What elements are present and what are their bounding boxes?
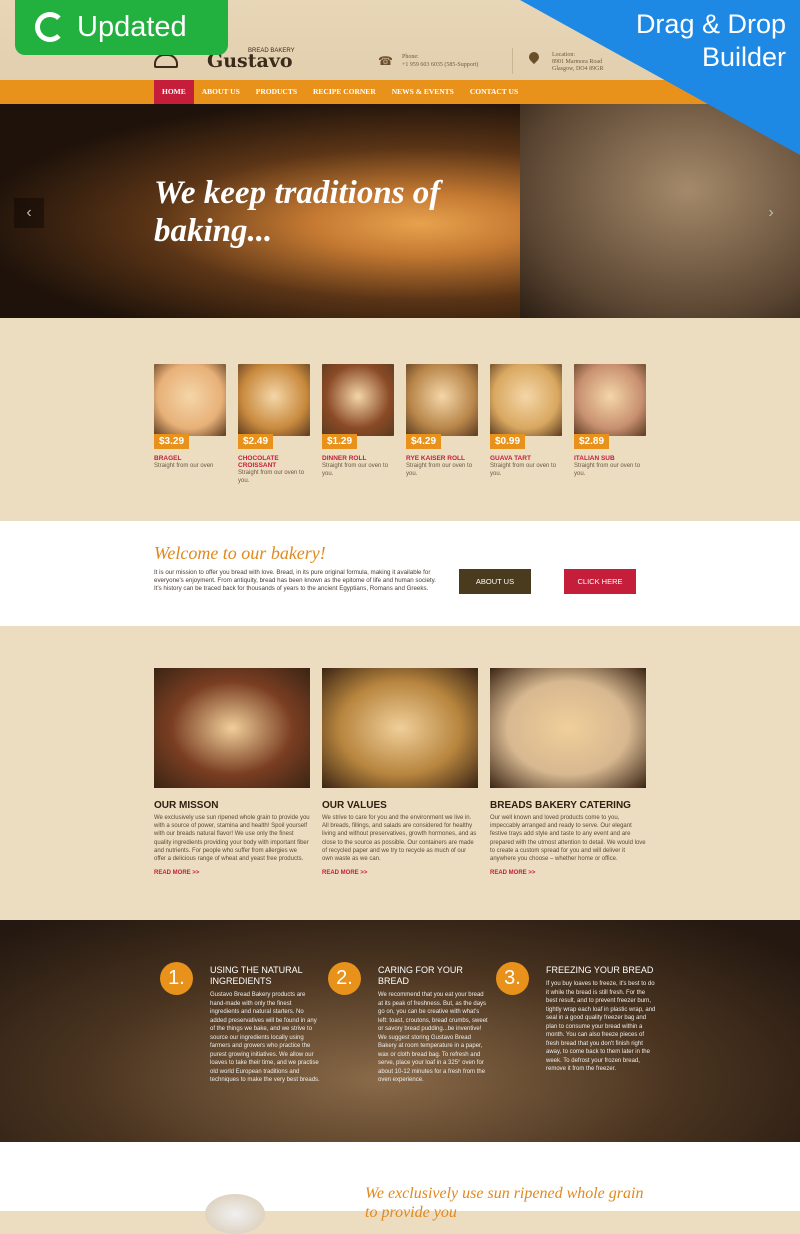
product-desc: Straight from our oven to you. (574, 463, 641, 477)
tip-item: 2. CARING FOR YOUR BREAD We recommend th… (328, 962, 488, 1085)
read-more-link[interactable]: READ MORE >> (154, 870, 310, 876)
tip-title: CARING FOR YOUR BREAD (378, 965, 463, 986)
product-image[interactable] (574, 364, 646, 436)
location-line: 8901 Marmora Road (552, 59, 602, 65)
welcome-text: It is our mission to offer you bread wit… (154, 569, 436, 592)
product-name[interactable]: GUAVA TART (490, 455, 562, 462)
price-badge: $4.29 (406, 434, 442, 449)
product-name[interactable]: CHOCOLATE CROISSANT (238, 455, 310, 469)
next-slide-button[interactable]: › (756, 198, 786, 228)
product-desc: Straight from our oven to you. (490, 463, 557, 477)
product-name[interactable]: RYE KAISER ROLL (406, 455, 478, 462)
product-name[interactable]: BRAGEL (154, 455, 226, 462)
product-card[interactable]: $2.49 CHOCOLATE CROISSANT Straight from … (238, 364, 310, 485)
hero-slider: We keep traditions of baking... ‹ › (0, 104, 800, 318)
price-badge: $0.99 (490, 434, 526, 449)
bread-logo-icon (154, 54, 178, 68)
product-name[interactable]: ITALIAN SUB (574, 455, 646, 462)
feature-text: We exclusively use sun ripened whole gra… (154, 815, 310, 863)
feature-title: OUR VALUES (322, 800, 387, 811)
pastry-image (205, 1194, 265, 1234)
updated-badge: Updated (15, 0, 228, 55)
about-us-button[interactable]: ABOUT US (459, 569, 531, 594)
product-desc: Straight from our oven to you. (322, 463, 389, 477)
bottom-title: We exclusively use sun ripened whole gra… (365, 1185, 644, 1221)
nav-news-events[interactable]: NEWS & EVENTS (384, 80, 462, 104)
tip-text: We recommend that you eat your bread at … (378, 992, 488, 1083)
location-info: Location: 8901 Marmora Road Glasgow, DO4 8… (552, 52, 603, 73)
phone-icon: ☎ (378, 54, 393, 68)
welcome-title: Welcome to our bakery! (154, 543, 326, 563)
product-image[interactable] (238, 364, 310, 436)
hero-title: We keep traditions of baking... (154, 175, 441, 249)
price-badge: $1.29 (322, 434, 358, 449)
price-badge: $3.29 (154, 434, 190, 449)
product-desc: Straight from our oven (154, 463, 214, 469)
feature-text: Our well known and loved products come t… (490, 815, 646, 863)
products-section: $3.29 BRAGEL Straight from our oven $2.4… (0, 318, 800, 521)
location-pin-icon (526, 49, 542, 65)
nav-recipe-corner[interactable]: RECIPE CORNER (305, 80, 384, 104)
feature-image (322, 668, 478, 788)
phone-number: +1 959 603 6035 (585-Support) (402, 62, 479, 68)
product-card[interactable]: $2.89 ITALIAN SUB Straight from our oven… (574, 364, 646, 478)
product-image[interactable] (406, 364, 478, 436)
step-number: 1. (160, 962, 193, 995)
feature-image (490, 668, 646, 788)
tip-item: 3. FREEZING YOUR BREAD If you buy loaves… (496, 962, 656, 1074)
bottom-section: We exclusively use sun ripened whole gra… (0, 1142, 800, 1234)
product-desc: Straight from our oven to you. (238, 470, 305, 484)
feature-title: OUR MISSON (154, 800, 219, 811)
features-section: OUR MISSON We exclusively use sun ripene… (0, 626, 800, 920)
location-line: Glasgow, DO4 89GR (552, 66, 604, 72)
product-desc: Straight from our oven to you. (406, 463, 473, 477)
phone-label: Phone: (402, 54, 419, 60)
tips-section: 1. USING THE NATURAL INGREDIENTS Gustavo… (0, 920, 800, 1142)
price-badge: $2.89 (574, 434, 610, 449)
tip-text: If you buy loaves to freeze, it's best t… (546, 981, 656, 1072)
price-badge: $2.49 (238, 434, 274, 449)
nav-contact-us[interactable]: CONTACT US (462, 80, 526, 104)
feature-card: OUR VALUES We strive to care for you and… (322, 668, 478, 876)
feature-card: BREADS BAKERY CATERING Our well known an… (490, 668, 646, 876)
product-name[interactable]: DINNER ROLL (322, 455, 394, 462)
product-image[interactable] (322, 364, 394, 436)
prev-slide-button[interactable]: ‹ (14, 198, 44, 228)
main-nav: HOME ABOUT US PRODUCTS RECIPE CORNER NEW… (0, 80, 800, 104)
tip-item: 1. USING THE NATURAL INGREDIENTS Gustavo… (160, 962, 320, 1085)
sync-icon (35, 12, 65, 42)
nav-about-us[interactable]: ABOUT US (194, 80, 248, 104)
click-here-button[interactable]: CLICK HERE (564, 569, 636, 594)
feature-card: OUR MISSON We exclusively use sun ripene… (154, 668, 310, 876)
product-card[interactable]: $0.99 GUAVA TART Straight from our oven … (490, 364, 562, 478)
step-number: 2. (328, 962, 361, 995)
phone-info: Phone: +1 959 603 6035 (585-Support) (402, 53, 478, 69)
feature-text: We strive to care for you and the enviro… (322, 815, 477, 863)
welcome-section: Welcome to our bakery! It is our mission… (0, 521, 800, 626)
product-card[interactable]: $3.29 BRAGEL Straight from our oven (154, 364, 226, 470)
product-card[interactable]: $1.29 DINNER ROLL Straight from our oven… (322, 364, 394, 478)
nav-home[interactable]: HOME (154, 80, 194, 104)
logo-subtitle: BREAD BAKERY (248, 48, 295, 54)
tip-text: Gustavo Bread Bakery products are hand-m… (210, 992, 320, 1083)
divider (512, 48, 513, 74)
product-image[interactable] (490, 364, 562, 436)
tip-title: USING THE NATURAL INGREDIENTS (210, 965, 303, 986)
feature-image (154, 668, 310, 788)
read-more-link[interactable]: READ MORE >> (490, 870, 646, 876)
product-image[interactable] (154, 364, 226, 436)
nav-products[interactable]: PRODUCTS (248, 80, 305, 104)
feature-title: BREADS BAKERY CATERING (490, 800, 631, 811)
updated-label: Updated (77, 11, 187, 43)
product-card[interactable]: $4.29 RYE KAISER ROLL Straight from our … (406, 364, 478, 478)
read-more-link[interactable]: READ MORE >> (322, 870, 478, 876)
tip-title: FREEZING YOUR BREAD (546, 965, 654, 975)
step-number: 3. (496, 962, 529, 995)
location-label: Location: (552, 52, 575, 58)
